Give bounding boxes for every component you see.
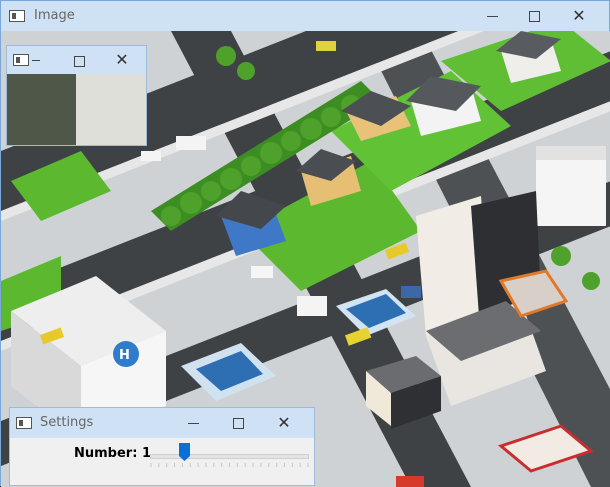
number-slider-thumb[interactable] xyxy=(179,443,191,461)
preview-app-icon xyxy=(13,54,29,66)
number-label: Number: 1 xyxy=(74,446,151,461)
settings-window-titlebar[interactable]: Settings ✕ xyxy=(10,408,314,438)
preview-window: ✕ xyxy=(6,45,147,146)
number-slider-track[interactable] xyxy=(150,454,309,459)
maximize-button[interactable] xyxy=(515,1,555,31)
settings-app-icon xyxy=(16,417,32,429)
minimize-button[interactable] xyxy=(473,1,513,31)
image-window-title: Image xyxy=(34,8,75,23)
settings-close-button[interactable]: ✕ xyxy=(264,408,304,438)
color-swatch-dark xyxy=(7,74,76,145)
color-swatch-light xyxy=(76,74,146,145)
preview-close-button[interactable]: ✕ xyxy=(102,46,142,74)
slider-ticks xyxy=(150,463,309,467)
preview-window-titlebar[interactable]: ✕ xyxy=(7,46,146,74)
app-icon xyxy=(9,10,25,22)
svg-text:H: H xyxy=(119,348,130,363)
preview-maximize-button[interactable] xyxy=(60,46,100,74)
settings-window-title: Settings xyxy=(40,415,94,430)
image-window-titlebar[interactable]: Image ✕ xyxy=(1,1,609,31)
settings-window: Settings ✕ Number: 1 xyxy=(9,407,315,486)
settings-minimize-button[interactable] xyxy=(174,408,214,438)
close-button[interactable]: ✕ xyxy=(559,1,599,31)
preview-dash xyxy=(32,60,40,61)
settings-maximize-button[interactable] xyxy=(219,408,259,438)
settings-body: Number: 1 xyxy=(10,438,314,485)
